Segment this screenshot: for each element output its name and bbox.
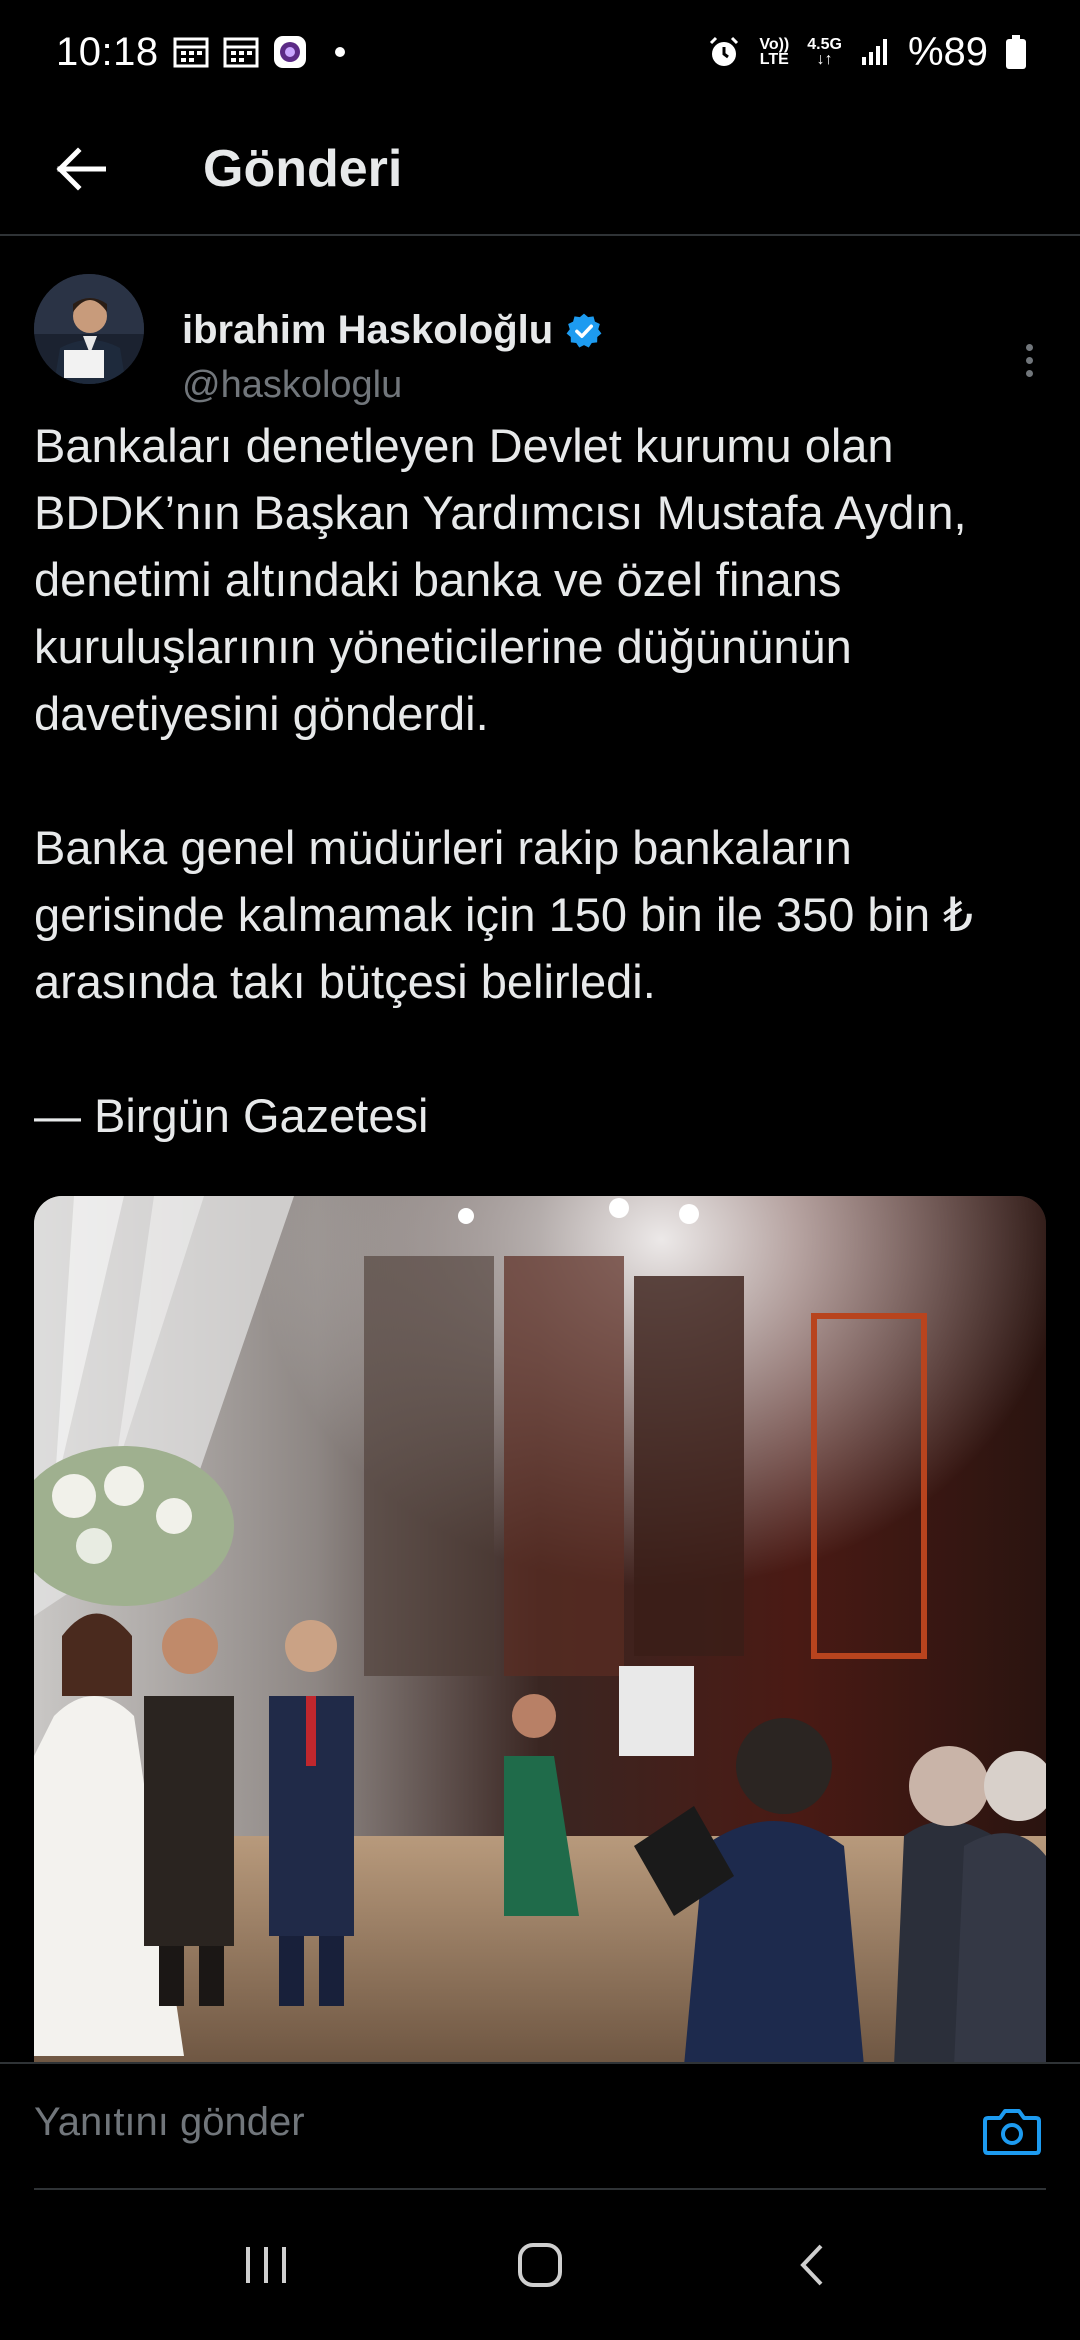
alarm-icon <box>707 35 741 69</box>
volte-indicator: Vo)) LTE <box>759 36 790 68</box>
author-name-text: ibrahim Haskoloğlu <box>182 308 554 352</box>
page-title: Gönderi <box>203 140 403 198</box>
notification-dot-icon <box>334 47 345 57</box>
back-button[interactable] <box>40 129 120 209</box>
more-options-button[interactable] <box>1014 330 1044 390</box>
post-text: Bankaları denetleyen Devlet kurumu olan … <box>34 412 1054 1149</box>
status-bar: 10:18 Vo)) LTE 4.5G ↓↑ %89 <box>0 0 1080 104</box>
author-name[interactable]: ibrahim Haskoloğlu <box>182 308 603 353</box>
status-time: 10:18 <box>56 29 159 74</box>
camera-icon <box>983 2109 1041 2155</box>
home-icon <box>517 2243 562 2287</box>
post-source: — Birgün Gazetesi <box>34 1089 429 1142</box>
battery-icon <box>1006 35 1026 69</box>
arrow-left-icon <box>56 147 106 191</box>
author-handle[interactable]: @haskologlu <box>182 364 402 407</box>
reply-input[interactable]: Yanıtını gönder <box>34 2100 305 2145</box>
post-paragraph: Bankaları denetleyen Devlet kurumu olan … <box>34 419 967 740</box>
more-dot-icon <box>1025 356 1033 364</box>
recents-icon <box>245 2247 286 2283</box>
more-dot-icon <box>1025 343 1033 351</box>
verified-badge-icon <box>566 313 602 347</box>
reply-bar: Yanıtını gönder <box>0 2062 1080 2190</box>
camera-button[interactable] <box>982 2106 1042 2156</box>
signal-icon <box>860 37 890 67</box>
recents-button[interactable] <box>222 2220 312 2310</box>
app-icon <box>273 35 307 69</box>
calendar-icon <box>223 36 259 68</box>
post-image[interactable] <box>34 1196 1046 2066</box>
back-nav-button[interactable] <box>768 2220 858 2310</box>
calendar-icon <box>173 36 209 68</box>
chevron-left-icon <box>800 2244 823 2286</box>
network-type-indicator: 4.5G ↓↑ <box>807 36 842 68</box>
wedding-photo <box>34 1196 1046 2066</box>
system-nav-bar <box>0 2190 1080 2340</box>
post-paragraph: Banka genel müdürleri rakip bankaların g… <box>34 821 974 1008</box>
more-dot-icon <box>1025 369 1033 377</box>
top-app-bar: Gönderi <box>0 104 1080 236</box>
avatar[interactable] <box>34 274 144 384</box>
home-button[interactable] <box>495 2220 585 2310</box>
author-row: ibrahim Haskoloğlu @haskologlu <box>34 274 1046 406</box>
battery-percent: %89 <box>907 29 988 74</box>
